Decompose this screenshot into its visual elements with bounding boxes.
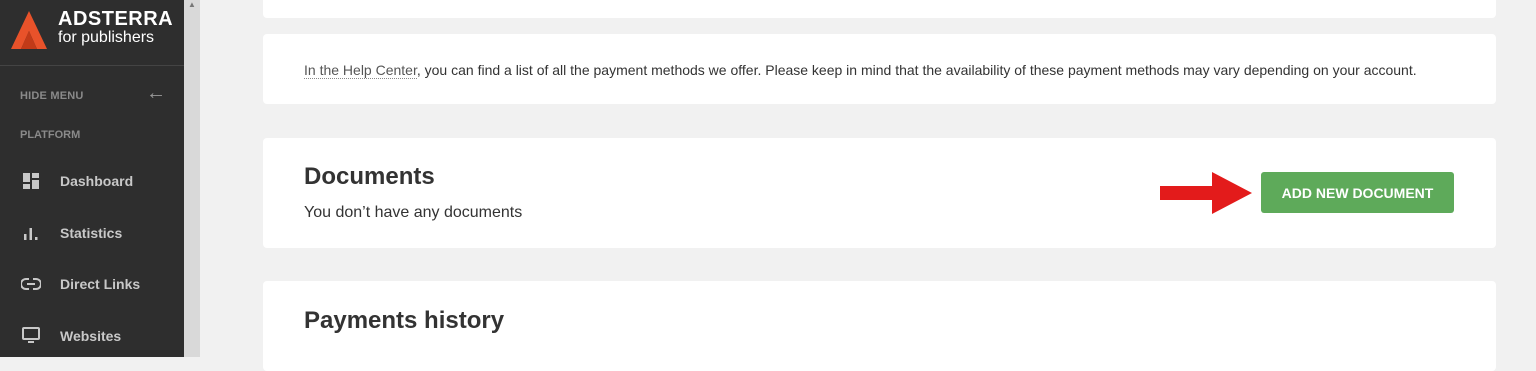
documents-card: Documents You don’t have any documents A… (263, 138, 1496, 248)
sidebar-item-label: Statistics (60, 225, 123, 241)
adsterra-logo-icon (11, 11, 47, 49)
payments-history-title: Payments history (304, 307, 505, 334)
brand-title: ADSTERRA (58, 8, 174, 30)
sidebar-item-label: Direct Links (60, 276, 141, 292)
sidebar-item-statistics[interactable]: Statistics (0, 213, 184, 253)
sidebar-scrollbar[interactable]: ▲ (184, 0, 200, 357)
brand-logo[interactable]: ADSTERRA for publishers (0, 0, 184, 66)
sidebar-item-websites[interactable]: Websites (0, 316, 184, 356)
documents-title: Documents (304, 163, 435, 190)
hide-menu-label: HIDE MENU (20, 90, 84, 102)
dashboard-icon (21, 171, 41, 191)
red-arrow-icon (1160, 172, 1252, 214)
add-new-document-button[interactable]: ADD NEW DOCUMENT (1261, 172, 1454, 213)
help-notice-text: , you can find a list of all the payment… (416, 62, 1417, 78)
help-notice: In the Help Center, you can find a list … (304, 62, 1417, 79)
monitor-icon (21, 326, 41, 346)
hide-menu-toggle[interactable]: HIDE MENU ← (20, 82, 170, 104)
payments-history-card: Payments history (263, 281, 1496, 371)
previous-section-card (263, 0, 1496, 18)
sidebar-item-label: Dashboard (60, 173, 134, 189)
sidebar-item-label: Websites (60, 328, 122, 344)
documents-empty-text: You don’t have any documents (304, 204, 523, 221)
scroll-up-icon[interactable]: ▲ (188, 0, 196, 9)
section-label-platform: PLATFORM (20, 129, 81, 141)
sidebar-item-direct-links[interactable]: Direct Links (0, 264, 184, 304)
statistics-icon (21, 223, 41, 243)
arrow-left-icon: ← (146, 82, 166, 104)
brand-subtitle: for publishers (58, 29, 155, 46)
sidebar: ADSTERRA for publishers HIDE MENU ← PLAT… (0, 0, 184, 357)
link-icon (21, 274, 41, 294)
sidebar-item-dashboard[interactable]: Dashboard (0, 161, 184, 201)
help-center-link[interactable]: In the Help Center (304, 62, 417, 79)
help-center-card: In the Help Center, you can find a list … (263, 34, 1496, 104)
